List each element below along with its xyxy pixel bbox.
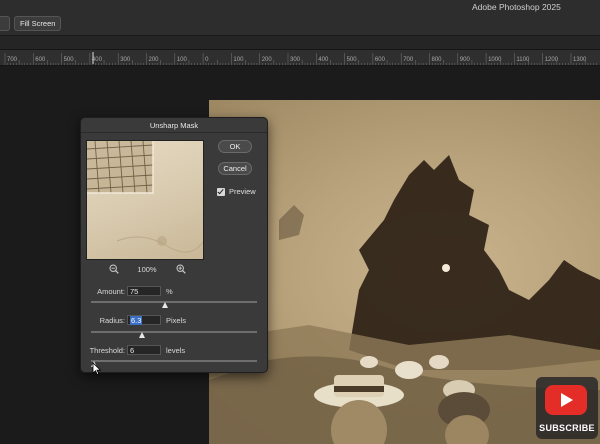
amount-unit: % <box>166 287 173 296</box>
ruler-tick-label: 700 <box>7 57 18 63</box>
youtube-logo-icon <box>545 385 587 415</box>
radius-slider-thumb[interactable] <box>138 332 145 338</box>
zoom-out-icon[interactable] <box>109 264 119 274</box>
ruler-tick-label: 600 <box>35 57 46 63</box>
document-tab-strip <box>0 36 600 50</box>
ruler-tick-label: 1100 <box>516 57 530 63</box>
filter-preview[interactable] <box>86 140 204 260</box>
threshold-label: Threshold: <box>89 346 125 355</box>
amount-slider-thumb[interactable] <box>162 302 169 308</box>
radius-value-selected: 6.3 <box>130 316 143 325</box>
subscribe-label: SUBSCRIBE <box>539 423 595 433</box>
radius-input[interactable]: 6.3 <box>127 315 161 325</box>
threshold-input[interactable]: 6 <box>127 345 161 355</box>
preview-label: Preview <box>229 187 256 196</box>
cancel-button[interactable]: Cancel <box>218 162 252 175</box>
amount-input[interactable]: 75 <box>127 286 161 296</box>
app-title: Adobe Photoshop 2025 <box>472 2 561 12</box>
radius-unit: Pixels <box>166 316 187 325</box>
ruler-tick-label: 700 <box>403 57 414 63</box>
radius-label: Radius: <box>99 316 125 325</box>
fill-screen-button[interactable]: Fill Screen <box>14 16 62 31</box>
ruler-tick-label: 600 <box>375 57 386 63</box>
ruler-tick-label: 400 <box>92 57 103 63</box>
ruler-tick-label: 500 <box>347 57 358 63</box>
ok-button[interactable]: OK <box>218 140 252 153</box>
ruler-tick-label: 100 <box>233 57 244 63</box>
subscribe-badge[interactable]: SUBSCRIBE <box>536 377 598 439</box>
ruler-tick-label: 800 <box>432 57 443 63</box>
threshold-unit: levels <box>166 346 186 355</box>
dialog-title: Unsharp Mask <box>81 118 267 133</box>
radius-slider[interactable] <box>91 331 257 333</box>
ruler-tick-label: 200 <box>262 57 273 63</box>
top-bar: n Fill Screen Adobe Photoshop 2025 <box>0 0 600 36</box>
preview-content <box>87 141 203 253</box>
preview-checkbox[interactable] <box>217 188 225 196</box>
zoom-in-icon[interactable] <box>176 264 186 274</box>
ruler-tick-label: 200 <box>149 57 160 63</box>
arrow-cursor-icon <box>92 362 102 376</box>
ruler-tick-label: 400 <box>318 57 329 63</box>
ruler-tick-label: 0 <box>205 57 209 63</box>
ruler-tick-label: 500 <box>64 57 75 63</box>
threshold-slider[interactable] <box>91 360 257 362</box>
ruler-tick-label: 900 <box>460 57 471 63</box>
screen-mode-button[interactable]: n <box>0 16 10 31</box>
ruler-tick-label: 300 <box>290 57 301 63</box>
unsharp-mask-dialog: Unsharp Mask OK Cancel Preview 100% Amou… <box>80 117 268 373</box>
ruler-tick-label: 100 <box>177 57 188 63</box>
amount-label: Amount: <box>97 287 125 296</box>
zoom-level: 100% <box>137 265 157 274</box>
ruler-tick-label: 300 <box>120 57 131 63</box>
amount-slider[interactable] <box>91 301 257 303</box>
horizontal-ruler: 700 600 500 400 300 200 100 0 100 200 300 400 500 600… <box>0 50 600 66</box>
